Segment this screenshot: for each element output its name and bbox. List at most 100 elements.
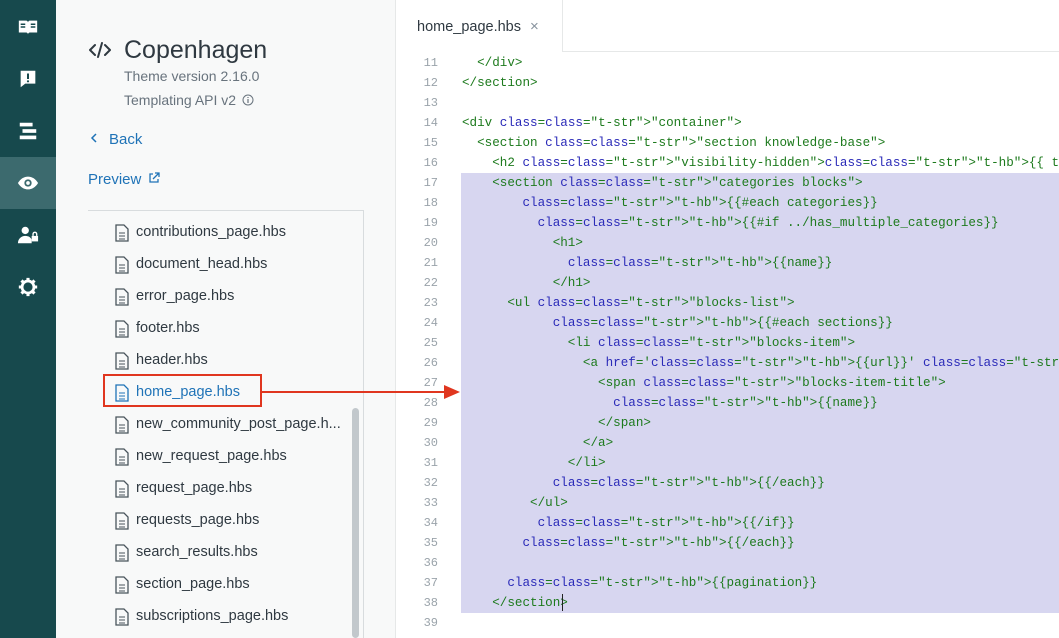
file-tree: contributions_page.hbs document_head.hbs… <box>88 210 364 638</box>
file-name: search_results.hbs <box>136 544 258 560</box>
file-icon <box>115 320 129 338</box>
info-icon[interactable] <box>242 94 254 106</box>
file-icon <box>115 448 129 466</box>
file-item[interactable]: section_page.hbs <box>88 570 360 598</box>
line-number: 17 <box>423 176 438 190</box>
code-line: </span> <box>462 416 651 430</box>
file-item[interactable]: error_page.hbs <box>88 282 360 310</box>
file-item[interactable]: header.hbs <box>88 346 360 374</box>
line-number: 26 <box>423 356 438 370</box>
code-line: class=class="t-str">"t-hb">{{/if}} <box>537 516 795 530</box>
line-number: 12 <box>423 76 438 90</box>
code-editor[interactable]: 11 </div> 12 </section> 13 14 <div class=clas… <box>396 53 1059 638</box>
code-line: <span class=class="t-str">"blocks-item-t… <box>462 376 946 390</box>
line-number: 14 <box>423 116 438 130</box>
code-line: </li> <box>462 456 606 470</box>
user-lock-icon <box>17 226 39 244</box>
rail-organize-button[interactable] <box>0 105 56 157</box>
code-line: class=class="t-str">"t-hb">{{#each secti… <box>552 316 893 330</box>
file-item[interactable]: document_head.hbs <box>88 250 360 278</box>
code-line: <section class=class="t-str">"section kn… <box>462 136 886 150</box>
code-line: <ul class=class="t-str">"blocks-list"> <box>462 296 795 310</box>
chevron-left-icon <box>90 133 97 143</box>
code-line: <h1> <box>462 236 583 250</box>
line-number: 38 <box>423 596 438 610</box>
code-line: class=class="t-str">"t-hb">{{#if ../has_… <box>537 216 999 230</box>
file-name: header.hbs <box>136 352 208 368</box>
eye-icon <box>17 176 39 190</box>
code-line: class=class="t-str">"t-hb">{{/each}} <box>522 536 795 550</box>
line-number: 24 <box>423 316 438 330</box>
file-item[interactable]: requests_page.hbs <box>88 506 360 534</box>
theme-version: Theme version 2.16.0 <box>124 68 260 84</box>
templating-api: Templating API v2 <box>124 92 254 108</box>
file-name: new_community_post_page.h... <box>136 416 341 432</box>
file-name: contributions_page.hbs <box>136 224 286 240</box>
file-item[interactable]: subscriptions_page.hbs <box>88 602 360 630</box>
file-icon <box>115 288 129 306</box>
preview-link[interactable]: Preview <box>88 171 160 188</box>
external-link-icon <box>148 172 160 183</box>
file-icon <box>115 352 129 370</box>
code-line: </section> <box>462 596 568 610</box>
file-item[interactable]: request_page.hbs <box>88 474 360 502</box>
theme-title: Copenhagen <box>124 36 268 64</box>
file-icon <box>115 256 129 274</box>
code-line: </ul> <box>462 496 568 510</box>
tab-home-page[interactable]: home_page.hbs × <box>396 0 563 52</box>
code-line: </a> <box>462 436 614 450</box>
theme-sidebar: Copenhagen Theme version 2.16.0 Templati… <box>56 0 396 638</box>
file-tree-scrollbar[interactable] <box>352 408 359 638</box>
gear-icon <box>18 277 38 297</box>
file-icon <box>115 224 129 242</box>
tab-label: home_page.hbs <box>417 19 521 35</box>
back-link[interactable]: Back <box>89 131 142 148</box>
preview-label: Preview <box>88 171 142 188</box>
file-name: document_head.hbs <box>136 256 268 272</box>
file-icon <box>115 416 129 434</box>
line-number: 35 <box>423 536 438 550</box>
rail-user-permissions-button[interactable] <box>0 209 56 261</box>
line-number: 37 <box>423 576 438 590</box>
file-item[interactable]: contributions_page.hbs <box>88 218 360 246</box>
code-line: class=class="t-str">"t-hb">{{name}} <box>567 256 833 270</box>
file-name: subscriptions_page.hbs <box>136 608 289 624</box>
file-name: error_page.hbs <box>136 288 235 304</box>
rail-settings-button[interactable] <box>0 261 56 313</box>
file-name: request_page.hbs <box>136 480 253 496</box>
line-number: 19 <box>423 216 438 230</box>
code-line: class=class="t-str">"t-hb">{{/each}} <box>552 476 825 490</box>
rail-guide-button[interactable] <box>0 1 56 53</box>
line-number: 18 <box>423 196 438 210</box>
line-number: 23 <box>423 296 438 310</box>
line-number: 20 <box>423 236 438 250</box>
back-label: Back <box>109 131 143 148</box>
file-item[interactable]: search_results.hbs <box>88 538 360 566</box>
rail-customize-button[interactable] <box>0 157 56 209</box>
file-name: footer.hbs <box>136 320 200 336</box>
code-line: <li class=class="t-str">"blocks-item"> <box>462 336 856 350</box>
file-item[interactable]: new_community_post_page.h... <box>88 410 360 438</box>
book-icon <box>18 20 38 35</box>
code-line: </h1> <box>462 276 591 290</box>
rail-alert-button[interactable] <box>0 53 56 105</box>
line-number: 11 <box>423 56 438 70</box>
code-line: <div class=class="t-str">"container"> <box>462 116 742 130</box>
code-line: class=class="t-str">"t-hb">{{pagination}… <box>507 576 818 590</box>
file-name: new_request_page.hbs <box>136 448 287 464</box>
line-number: 34 <box>423 516 438 530</box>
text-caret <box>562 594 563 611</box>
close-icon[interactable]: × <box>530 18 539 35</box>
code-line: <section class=class="t-str">"categories… <box>462 176 863 190</box>
line-number: 33 <box>423 496 438 510</box>
line-number: 13 <box>423 96 438 110</box>
line-number: 39 <box>423 616 438 630</box>
line-number: 31 <box>423 456 438 470</box>
file-icon <box>115 512 129 530</box>
file-item[interactable]: new_request_page.hbs <box>88 442 360 470</box>
code-line: </div> <box>462 56 523 70</box>
line-number: 21 <box>423 256 438 270</box>
list-blocks-icon <box>19 122 37 140</box>
file-item[interactable]: footer.hbs <box>88 314 360 342</box>
speech-alert-icon <box>20 70 36 88</box>
